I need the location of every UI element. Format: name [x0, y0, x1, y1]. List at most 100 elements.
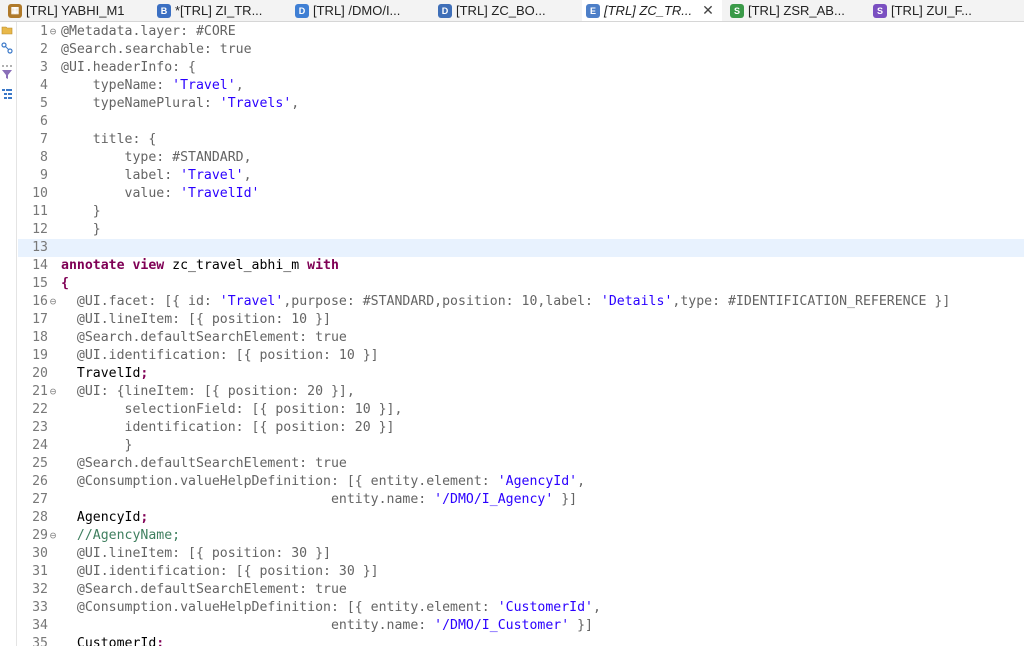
code-token: label:: [61, 168, 181, 183]
editor-tab[interactable]: D [TRL] /DMO/I...: [291, 0, 412, 21]
editor-tab[interactable]: S [TRL] ZUI_F...: [869, 0, 984, 21]
code-token: ,: [291, 96, 300, 111]
code-editor[interactable]: 1 ⊖ @Metadata.layer: #CORE 2 @Search.searcha…: [18, 22, 1024, 646]
code-line[interactable]: 17 @UI.lineItem: [{ position: 10 }]: [18, 311, 1024, 329]
code-line[interactable]: 27 entity.name: '/DMO/I_Agency' }]: [18, 491, 1024, 509]
code-line[interactable]: 32 @Search.defaultSearchElement: true: [18, 581, 1024, 599]
code-line[interactable]: 20 TravelId;: [18, 365, 1024, 383]
data-definition-icon: D: [438, 3, 452, 18]
code-text: }: [61, 203, 101, 221]
editor-tab[interactable]: S [TRL] ZSR_AB...: [726, 0, 857, 21]
code-text: @UI: {lineItem: [{ position: 20 }],: [61, 383, 355, 401]
code-line[interactable]: 12 }: [18, 221, 1024, 239]
code-text: @Consumption.valueHelpDefinition: [{ ent…: [61, 599, 601, 617]
code-line[interactable]: 5 typeNamePlural: 'Travels',: [18, 95, 1024, 113]
line-number: 12: [32, 222, 48, 237]
code-text: value: 'TravelId': [61, 185, 260, 203]
line-number: 20: [32, 366, 48, 381]
code-token: CustomerId: [61, 636, 157, 646]
tab-label: [TRL] YABHI_M1: [26, 3, 125, 18]
code-line[interactable]: 28 AgencyId;: [18, 509, 1024, 527]
code-line[interactable]: 26 @Consumption.valueHelpDefinition: [{ …: [18, 473, 1024, 491]
code-line[interactable]: 21 ⊖ @UI: {lineItem: [{ position: 20 }],: [18, 383, 1024, 401]
code-line[interactable]: 11 }: [18, 203, 1024, 221]
code-line[interactable]: 23 identification: [{ position: 20 }]: [18, 419, 1024, 437]
fold-toggle-icon[interactable]: ⊖: [47, 23, 59, 41]
fold-toggle-icon[interactable]: ⊖: [47, 527, 59, 545]
line-number: 25: [32, 456, 48, 471]
code-token: title: {: [61, 132, 157, 147]
code-line[interactable]: 15 {: [18, 275, 1024, 293]
code-token: }: [61, 438, 133, 453]
fold-toggle-icon[interactable]: ⊖: [47, 293, 59, 311]
code-line[interactable]: 1 ⊖ @Metadata.layer: #CORE: [18, 23, 1024, 41]
code-token: entity.name:: [61, 492, 435, 507]
code-line[interactable]: 13: [18, 239, 1024, 257]
editor-tab[interactable]: D [TRL] ZC_BO...: [434, 0, 558, 21]
code-token: }]: [553, 492, 578, 507]
code-token: //AgencyName;: [61, 528, 181, 543]
tab-label: [TRL] ZC_BO...: [456, 3, 546, 18]
code-line[interactable]: 7 title: {: [18, 131, 1024, 149]
folder-icon[interactable]: [1, 24, 13, 36]
editor-tab[interactable]: B *[TRL] ZI_TR...: [153, 0, 274, 21]
code-line[interactable]: 19 @UI.identification: [{ position: 10 }…: [18, 347, 1024, 365]
code-line[interactable]: 25 @Search.defaultSearchElement: true: [18, 455, 1024, 473]
code-text: }: [61, 221, 101, 239]
code-line[interactable]: 8 type: #STANDARD,: [18, 149, 1024, 167]
code-token: @UI.identification: [{ position: 10 }]: [61, 348, 379, 363]
code-token: ;: [140, 510, 149, 525]
code-line[interactable]: 30 @UI.lineItem: [{ position: 30 }]: [18, 545, 1024, 563]
code-token: zc_travel_abhi_m: [164, 258, 308, 273]
code-line[interactable]: 24 }: [18, 437, 1024, 455]
code-line[interactable]: 18 @Search.defaultSearchElement: true: [18, 329, 1024, 347]
code-line[interactable]: 33 @Consumption.valueHelpDefinition: [{ …: [18, 599, 1024, 617]
line-number: 19: [32, 348, 48, 363]
code-token: @Search.defaultSearchElement: true: [61, 330, 347, 345]
line-number: 28: [32, 510, 48, 525]
code-line[interactable]: 35 CustomerId;: [18, 635, 1024, 646]
code-line[interactable]: 31 @UI.identification: [{ position: 30 }…: [18, 563, 1024, 581]
filter-icon[interactable]: [1, 68, 13, 80]
code-line[interactable]: 34 entity.name: '/DMO/I_Customer' }]: [18, 617, 1024, 635]
code-line[interactable]: 4 typeName: 'Travel',: [18, 77, 1024, 95]
code-token: @UI.lineItem: [{ position: 30 }]: [61, 546, 331, 561]
line-number: 17: [32, 312, 48, 327]
code-line[interactable]: 10 value: 'TravelId': [18, 185, 1024, 203]
code-token: 'Travel': [180, 168, 244, 183]
code-line[interactable]: 9 label: 'Travel',: [18, 167, 1024, 185]
code-line[interactable]: 29 ⊖ //AgencyName;: [18, 527, 1024, 545]
code-text: @UI.identification: [{ position: 30 }]: [61, 563, 379, 581]
hierarchy-icon[interactable]: [1, 42, 13, 54]
line-number: 13: [32, 240, 48, 255]
code-token: 'CustomerId': [497, 600, 593, 615]
line-number: 16: [32, 294, 48, 309]
code-token: @UI.headerInfo: {: [61, 60, 196, 75]
code-line[interactable]: 3 @UI.headerInfo: {: [18, 59, 1024, 77]
code-line[interactable]: 16 ⊖ @UI.facet: [{ id: 'Travel',purpose: …: [18, 293, 1024, 311]
line-number: 21: [32, 384, 48, 399]
editor-tab[interactable]: ▦ [TRL] YABHI_M1: [4, 0, 137, 21]
code-token: ;: [140, 366, 149, 381]
editor-tab[interactable]: E [TRL] ZC_TR... ✕: [582, 0, 722, 21]
line-number: 18: [32, 330, 48, 345]
code-text: TravelId;: [61, 365, 148, 383]
close-icon[interactable]: ✕: [702, 2, 714, 19]
code-token: ,purpose: #STANDARD,position: 10,label:: [283, 294, 601, 309]
fold-toggle-icon[interactable]: ⊖: [47, 383, 59, 401]
code-token: TravelId: [61, 366, 141, 381]
code-token: typeName:: [61, 78, 173, 93]
line-number: 8: [40, 150, 48, 165]
code-line[interactable]: 22 selectionField: [{ position: 10 }],: [18, 401, 1024, 419]
code-text: title: {: [61, 131, 157, 149]
line-number: 31: [32, 564, 48, 579]
code-text: entity.name: '/DMO/I_Customer' }]: [61, 617, 593, 635]
code-line[interactable]: 6: [18, 113, 1024, 131]
code-token: ;: [156, 636, 165, 646]
code-line[interactable]: 14 annotate view zc_travel_abhi_m with: [18, 257, 1024, 275]
code-text: //AgencyName;: [61, 527, 180, 545]
code-line[interactable]: 2 @Search.searchable: true: [18, 41, 1024, 59]
code-token: identification: [{ position: 20 }]: [61, 420, 395, 435]
outline-icon[interactable]: [1, 88, 13, 100]
code-token: 'TravelId': [180, 186, 260, 201]
